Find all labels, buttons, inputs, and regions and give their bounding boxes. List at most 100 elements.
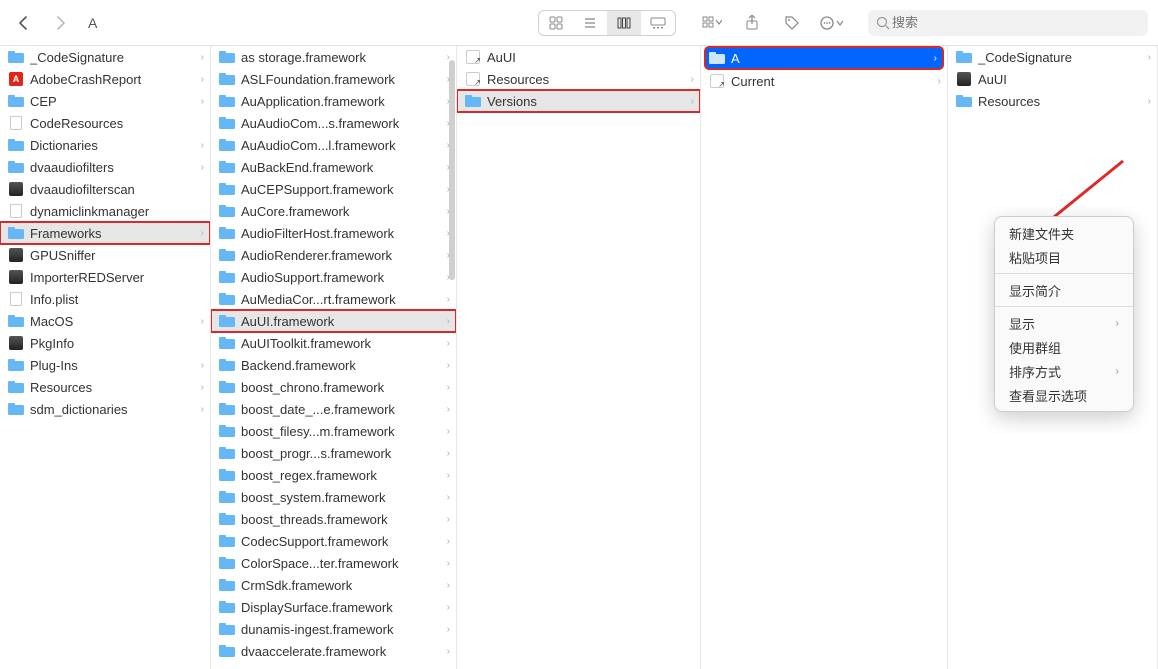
context-menu-item[interactable]: 粘贴项目 [995,245,1133,269]
folder-icon [465,93,481,109]
finder-item[interactable]: AudioRenderer.framework› [211,244,456,266]
finder-item[interactable]: GPUSniffer [0,244,210,266]
chevron-right-icon: › [1148,96,1151,107]
item-label: AuCore.framework [241,204,443,219]
menu-item-label: 查看显示选项 [1009,386,1087,405]
finder-item[interactable]: PkgInfo [0,332,210,354]
finder-item[interactable]: AuUI [457,46,700,68]
chevron-right-icon: › [447,382,450,393]
finder-item[interactable]: Versions› [457,90,700,112]
finder-item[interactable]: DisplaySurface.framework› [211,596,456,618]
finder-item[interactable]: boost_filesy...m.framework› [211,420,456,442]
nav-buttons [10,9,74,37]
group-by-button[interactable] [698,9,726,37]
finder-item[interactable]: _CodeSignature› [0,46,210,68]
finder-item[interactable]: AuApplication.framework› [211,90,456,112]
finder-item[interactable]: Plug-Ins› [0,354,210,376]
column-0[interactable]: _CodeSignature›AAdobeCrashReport›CEP›Cod… [0,46,211,669]
context-menu-item[interactable]: 显示简介 [995,278,1133,302]
finder-item[interactable]: boost_threads.framework› [211,508,456,530]
share-button[interactable] [738,9,766,37]
finder-item[interactable]: ImporterREDServer [0,266,210,288]
finder-item[interactable]: AudioFilterHost.framework› [211,222,456,244]
menu-item-label: 使用群组 [1009,338,1061,357]
chevron-right-icon: › [447,162,450,173]
item-label: AuBackEnd.framework [241,160,443,175]
folder-icon [219,269,235,285]
finder-item[interactable]: CodecSupport.framework› [211,530,456,552]
chevron-right-icon: › [447,624,450,635]
column-2[interactable]: AuUIResources›Versions› [457,46,701,669]
finder-item[interactable]: ColorSpace...ter.framework› [211,552,456,574]
finder-item[interactable]: AuAudioCom...s.framework› [211,112,456,134]
finder-item[interactable]: Resources› [0,376,210,398]
back-button[interactable] [10,9,38,37]
finder-item[interactable]: dvaaudiofilterscan [0,178,210,200]
folder-icon [219,445,235,461]
finder-item[interactable]: boost_progr...s.framework› [211,442,456,464]
column-3[interactable]: A›Current› [701,46,948,669]
folder-icon [8,379,24,395]
finder-item[interactable]: dunamis-ingest.framework› [211,618,456,640]
finder-item[interactable]: AuUI [948,68,1157,90]
finder-item[interactable]: ASLFoundation.framework› [211,68,456,90]
item-label: Plug-Ins [30,358,197,373]
finder-item[interactable]: sdm_dictionaries› [0,398,210,420]
icon-view-button[interactable] [539,11,573,35]
finder-item[interactable]: AuUI.framework› [211,310,456,332]
finder-item[interactable]: MacOS› [0,310,210,332]
context-menu-item[interactable]: 使用群组 [995,335,1133,359]
finder-item[interactable]: as storage.framework› [211,46,456,68]
chevron-right-icon: › [201,228,204,239]
list-view-button[interactable] [573,11,607,35]
finder-item[interactable]: Backend.framework› [211,354,456,376]
finder-item[interactable]: Dictionaries› [0,134,210,156]
folder-icon [8,225,24,241]
menu-item-label: 显示简介 [1009,281,1061,300]
finder-item[interactable]: AuAudioCom...l.framework› [211,134,456,156]
column-view-button[interactable] [607,11,641,35]
alias-icon [465,49,481,65]
finder-item[interactable]: Frameworks› [0,222,210,244]
finder-item[interactable]: _CodeSignature› [948,46,1157,68]
finder-item[interactable]: AuCore.framework› [211,200,456,222]
finder-item[interactable]: AuCEPSupport.framework› [211,178,456,200]
finder-item[interactable]: Resources› [948,90,1157,112]
context-menu-item[interactable]: 新建文件夹 [995,221,1133,245]
finder-item[interactable]: dvaaudiofilters› [0,156,210,178]
finder-item[interactable]: AuUIToolkit.framework› [211,332,456,354]
finder-item[interactable]: boost_system.framework› [211,486,456,508]
context-menu-item[interactable]: 显示› [995,311,1133,335]
context-menu-item[interactable]: 排序方式› [995,359,1133,383]
search-input[interactable] [890,14,1140,31]
finder-item[interactable]: AuMediaCor...rt.framework› [211,288,456,310]
finder-item[interactable]: CrmSdk.framework› [211,574,456,596]
finder-item[interactable]: boost_regex.framework› [211,464,456,486]
finder-item[interactable]: Current› [701,70,947,92]
gallery-view-button[interactable] [641,11,675,35]
tags-button[interactable] [778,9,806,37]
finder-item[interactable]: dvaaccelerate.framework› [211,640,456,662]
search-field[interactable] [868,10,1148,36]
folder-icon [219,313,235,329]
window-title: A [88,15,97,31]
finder-item[interactable]: CEP› [0,90,210,112]
folder-icon [219,247,235,263]
finder-item[interactable]: AudioSupport.framework› [211,266,456,288]
finder-item[interactable]: AAdobeCrashReport› [0,68,210,90]
finder-item[interactable]: Resources› [457,68,700,90]
finder-item[interactable]: boost_date_...e.framework› [211,398,456,420]
column-1[interactable]: as storage.framework›ASLFoundation.frame… [211,46,457,669]
context-menu-item[interactable]: 查看显示选项 [995,383,1133,407]
forward-button[interactable] [46,9,74,37]
finder-item[interactable]: Info.plist [0,288,210,310]
item-label: boost_system.framework [241,490,443,505]
item-label: boost_filesy...m.framework [241,424,443,439]
finder-item[interactable]: AuBackEnd.framework › [211,156,456,178]
finder-item[interactable]: CodeResources [0,112,210,134]
finder-item[interactable]: boost_chrono.framework› [211,376,456,398]
finder-item[interactable]: dynamiclinkmanager [0,200,210,222]
finder-item[interactable]: A› [705,47,943,69]
folder-icon [8,137,24,153]
actions-button[interactable] [818,9,846,37]
